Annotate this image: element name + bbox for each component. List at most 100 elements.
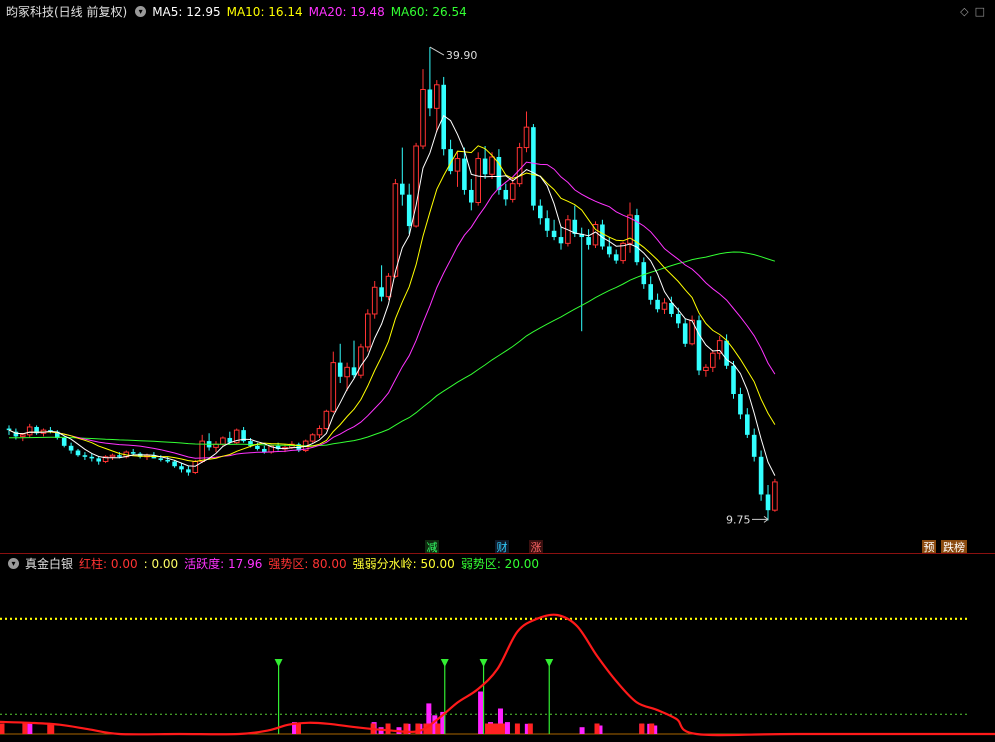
candle-body [371, 286, 378, 315]
badge-jian: 减 [427, 541, 438, 554]
red-bar [594, 723, 600, 734]
red-bar [495, 723, 500, 734]
candle-body [738, 394, 743, 415]
ma20-line [8, 161, 776, 459]
candle-body [661, 302, 668, 310]
red-bar [0, 723, 5, 734]
candle-body [531, 127, 536, 206]
candle-body [365, 313, 371, 348]
red-bar [296, 723, 301, 734]
red-bar [649, 723, 655, 734]
candle-body [669, 302, 674, 314]
high-price-label: 39.90 [446, 49, 478, 62]
red-bar [485, 723, 491, 734]
candle-body [758, 456, 764, 495]
ma5-line [8, 114, 776, 476]
low-price-label: 9.75 [726, 513, 751, 526]
candle-body [379, 287, 384, 297]
candle-body [186, 469, 191, 473]
candle-body [323, 410, 330, 430]
candle-body [427, 89, 433, 109]
candle-body [61, 437, 67, 446]
candle-body [316, 428, 323, 436]
badge-yu: 预 [924, 541, 935, 554]
candle-body [337, 362, 343, 377]
candle-body [344, 366, 350, 378]
candle-body [765, 494, 771, 511]
candle-body [89, 456, 95, 459]
signal-arrow-head [545, 659, 554, 667]
candle-body [420, 88, 426, 147]
candle-body [613, 254, 619, 261]
candle-body [68, 445, 74, 451]
capital-flow-line [0, 613, 995, 737]
candle-body [400, 183, 405, 195]
badge-zhang: 涨 [531, 541, 542, 554]
candle-body [482, 158, 488, 175]
candle-body [165, 459, 170, 462]
candle-body [745, 414, 750, 435]
candle-body [551, 230, 557, 238]
candle-body [489, 156, 495, 175]
ma10-line [8, 145, 776, 463]
red-bar [499, 723, 505, 734]
activity-bar [579, 727, 585, 734]
candle-body [696, 320, 702, 371]
activity-bar [504, 722, 510, 734]
candle-body [262, 448, 267, 453]
candle-body [462, 158, 467, 190]
candle-body [676, 313, 681, 324]
candle-body [716, 340, 723, 354]
candle-body [434, 84, 440, 109]
candle-body [130, 452, 136, 454]
candlestick-chart: 39.90 9.75 减 财 涨 预跌榜 [0, 46, 995, 737]
activity-bar [478, 691, 484, 734]
candle-body [558, 237, 564, 244]
signal-arrow-head [274, 659, 283, 667]
candle-body [255, 445, 260, 449]
candle-body [751, 434, 757, 457]
red-bar [490, 723, 496, 734]
badge-cai: 财 [497, 540, 508, 554]
candle-body [516, 147, 523, 185]
candle-body [509, 183, 516, 200]
candle-body [172, 461, 177, 467]
candle-body [20, 434, 26, 437]
candle-body [565, 219, 571, 244]
candle-body [82, 455, 88, 457]
candle-body [544, 218, 550, 231]
candle-body [469, 189, 474, 203]
signal-arrow-head [440, 659, 449, 667]
candle-body [351, 367, 357, 376]
candle-body [641, 262, 647, 285]
candle-body [655, 299, 660, 310]
candle-body [772, 481, 778, 511]
candle-body [648, 284, 653, 300]
red-bar [639, 723, 645, 734]
candle-body [682, 323, 688, 344]
candle-body [117, 455, 122, 457]
candle-body [406, 194, 412, 227]
high-pointer [429, 46, 445, 56]
signal-arrow-head [479, 659, 488, 667]
red-bar [527, 723, 533, 734]
candle-body [96, 458, 101, 462]
candle-body [731, 365, 736, 395]
candle-body [600, 224, 605, 247]
candle-body [192, 461, 199, 474]
candle-body [75, 450, 81, 456]
badge-diebang: 跌榜 [943, 540, 965, 554]
candle-body [158, 458, 164, 460]
red-bar [435, 723, 441, 734]
candle-body [724, 340, 729, 366]
candle-body [6, 428, 12, 431]
candle-body [538, 205, 543, 219]
candle-body [220, 437, 226, 445]
candle-body [109, 454, 116, 458]
candle-body [586, 237, 591, 245]
candle-body [503, 189, 509, 200]
candle-body [475, 158, 481, 204]
red-bar [514, 723, 520, 734]
candle-body [607, 246, 612, 255]
candle-body [454, 158, 461, 172]
